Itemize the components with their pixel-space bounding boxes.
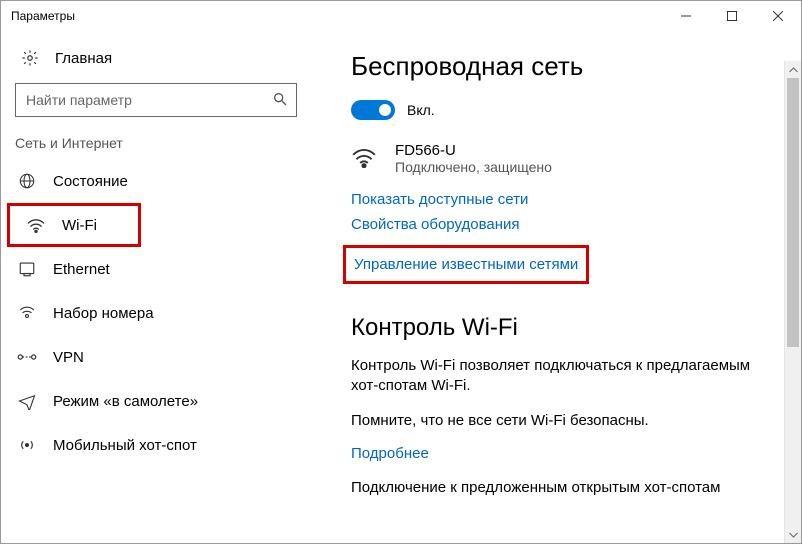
- globe-icon: [15, 172, 39, 190]
- airplane-icon: [15, 392, 39, 410]
- main-pane: Беспроводная сеть Вкл. FD566-U Подключен…: [311, 31, 801, 543]
- search-placeholder: Найти параметр: [26, 92, 132, 108]
- sidebar-section-label: Сеть и Интернет: [1, 135, 311, 159]
- wifi-toggle[interactable]: [351, 100, 395, 120]
- sidebar-item-vpn[interactable]: VPN: [1, 335, 311, 379]
- sidebar-item-status[interactable]: Состояние: [1, 159, 311, 203]
- sidebar-item-label: VPN: [53, 349, 84, 366]
- maximize-button[interactable]: [709, 1, 755, 31]
- search-input[interactable]: Найти параметр: [15, 83, 297, 117]
- gear-icon: [19, 49, 41, 67]
- link-show-networks[interactable]: Показать доступные сети: [351, 191, 773, 208]
- scrollbar[interactable]: [784, 61, 801, 543]
- sidebar-item-label: Набор номера: [53, 305, 154, 322]
- scroll-track[interactable]: [785, 78, 801, 526]
- sidebar-item-label: Состояние: [53, 173, 128, 190]
- sidebar-home[interactable]: Главная: [1, 43, 311, 79]
- sidebar-item-label: Ethernet: [53, 261, 110, 278]
- sidebar-item-hotspot[interactable]: Мобильный хот-спот: [1, 423, 311, 467]
- sidebar-item-label: Режим «в самолете»: [53, 393, 198, 410]
- dialup-icon: [15, 304, 39, 322]
- window-title: Параметры: [11, 9, 75, 23]
- vpn-icon: [15, 350, 39, 364]
- wifi-control-text-1: Контроль Wi-Fi позволяет подключаться к …: [351, 356, 773, 397]
- page-title: Беспроводная сеть: [351, 51, 773, 82]
- minimize-button[interactable]: [663, 1, 709, 31]
- wifi-signal-icon: [351, 146, 381, 171]
- scroll-thumb[interactable]: [787, 78, 799, 347]
- link-hardware-props[interactable]: Свойства оборудования: [351, 216, 773, 233]
- network-status: Подключено, защищено: [395, 159, 552, 175]
- scroll-down-button[interactable]: [785, 526, 801, 543]
- wifi-control-title: Контроль Wi-Fi: [351, 314, 773, 342]
- link-learn-more[interactable]: Подробнее: [351, 445, 773, 462]
- sidebar-item-dialup[interactable]: Набор номера: [1, 291, 311, 335]
- current-network[interactable]: FD566-U Подключено, защищено: [351, 142, 773, 175]
- titlebar: Параметры: [1, 1, 801, 31]
- search-icon: [272, 91, 288, 110]
- wifi-control-text-2: Помните, что не все сети Wi-Fi безопасны…: [351, 411, 773, 431]
- sidebar-item-label: Мобильный хот-спот: [53, 437, 197, 454]
- link-manage-known-highlight: Управление известными сетями: [343, 245, 589, 284]
- ethernet-icon: [15, 260, 39, 278]
- window-controls: [663, 1, 801, 31]
- sidebar-item-wifi[interactable]: Wi-Fi: [7, 203, 141, 247]
- sidebar-item-label: Wi-Fi: [62, 217, 97, 234]
- wifi-toggle-label: Вкл.: [407, 102, 435, 118]
- sidebar: Главная Найти параметр Сеть и Интернет С…: [1, 31, 311, 543]
- hotspot-icon: [15, 436, 39, 454]
- wifi-icon: [24, 217, 48, 233]
- sidebar-item-airplane[interactable]: Режим «в самолете»: [1, 379, 311, 423]
- link-manage-known[interactable]: Управление известными сетями: [354, 256, 578, 273]
- scroll-up-button[interactable]: [785, 61, 801, 78]
- sidebar-item-ethernet[interactable]: Ethernet: [1, 247, 311, 291]
- close-button[interactable]: [755, 1, 801, 31]
- network-name: FD566-U: [395, 142, 552, 159]
- wifi-control-text-3: Подключение к предложенным открытым хот-…: [351, 478, 773, 498]
- sidebar-home-label: Главная: [55, 50, 112, 67]
